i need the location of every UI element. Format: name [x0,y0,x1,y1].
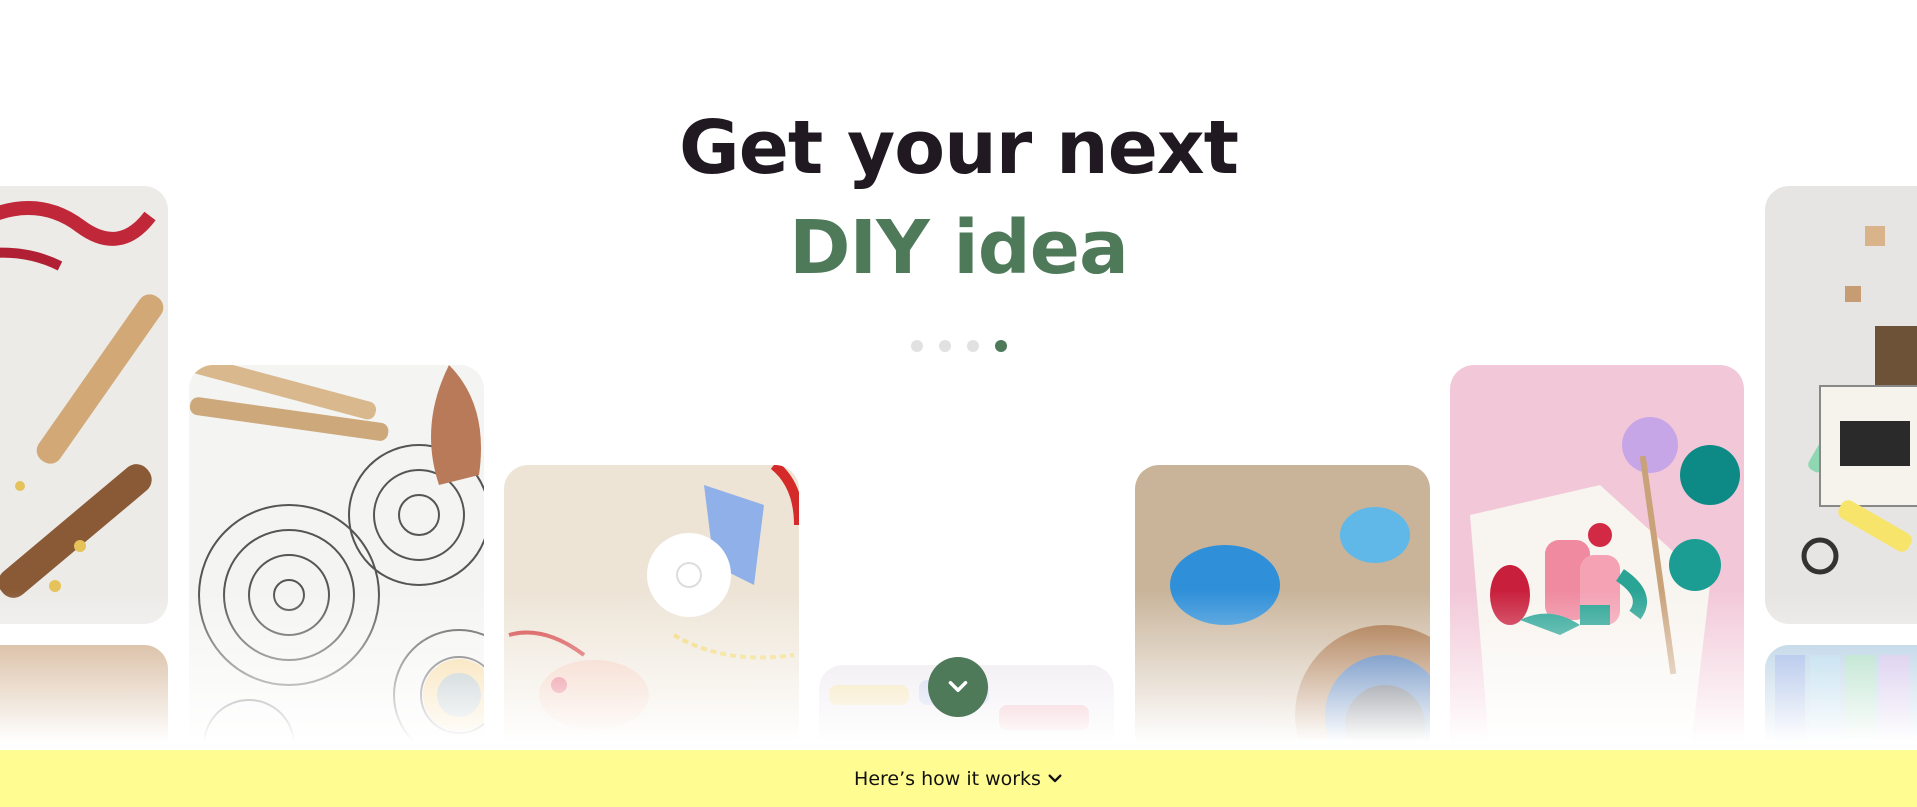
carousel-dot-3[interactable] [966,340,979,352]
pin-image-pens[interactable] [0,186,168,624]
pin-image-desk[interactable] [1765,186,1917,624]
pin-image-tshirt[interactable] [1450,365,1744,765]
scroll-down-button[interactable] [928,657,988,717]
carousel-dots [0,340,1917,352]
carousel-dot-2[interactable] [938,340,951,352]
carousel-dot-1[interactable] [910,340,923,352]
pin-image-paint-pot[interactable] [1135,465,1430,765]
pin-image-knitting[interactable] [504,465,799,765]
how-it-works-label: Here’s how it works [854,767,1041,790]
how-it-works-bar[interactable]: Here’s how it works [0,750,1917,807]
carousel-dot-4[interactable] [994,340,1007,352]
headline-line-2: DIY idea [789,205,1129,291]
headline-line-1: Get your next [678,105,1239,191]
chevron-down-icon [948,680,968,692]
pin-image-mandala[interactable] [189,365,484,765]
chevron-down-icon [1048,774,1062,782]
